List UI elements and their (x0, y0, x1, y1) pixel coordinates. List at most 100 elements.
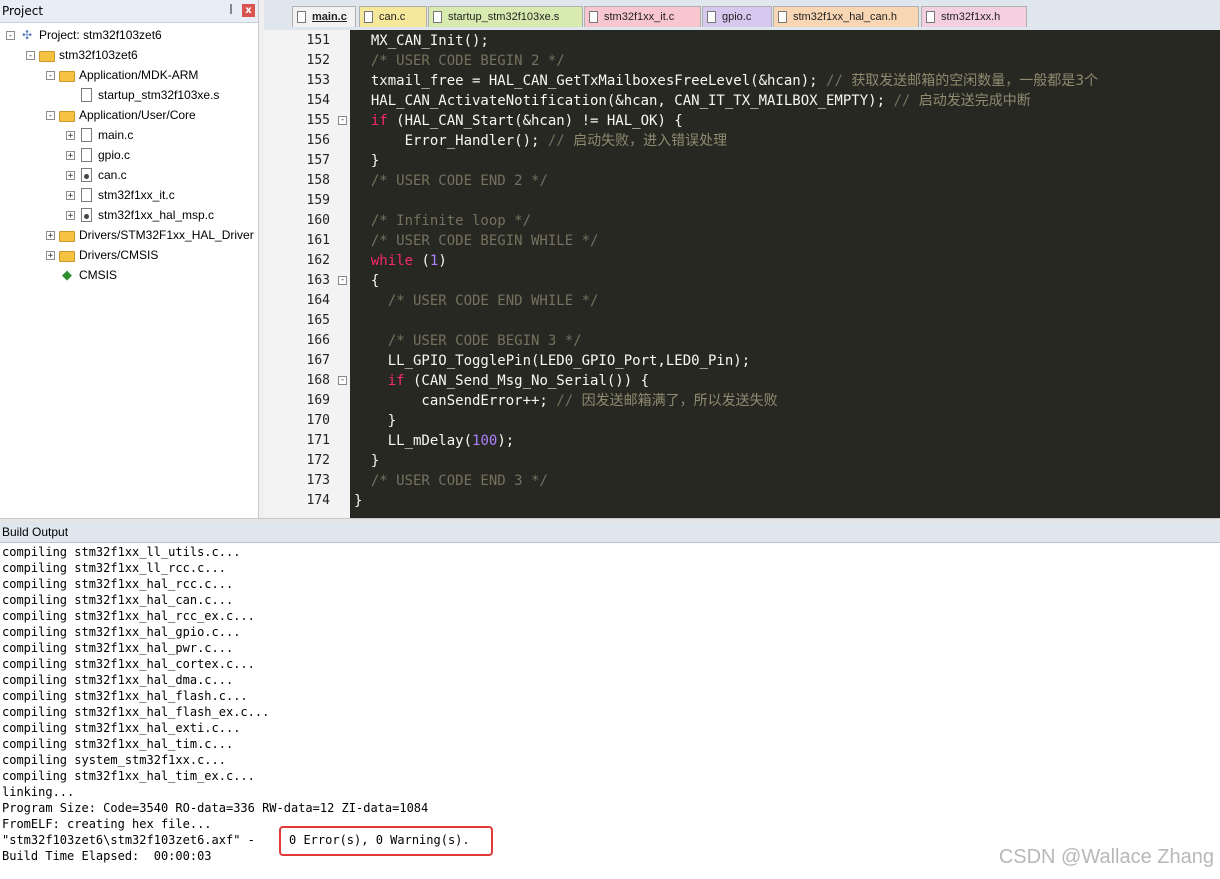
code-line[interactable]: if (CAN_Send_Msg_No_Serial()) { (354, 371, 649, 391)
line-number: 174 (306, 493, 330, 508)
tree-item-label: stm32f103zet6 (59, 48, 138, 62)
code-token: // (826, 73, 852, 89)
tree-item[interactable]: + stm32f1xx_hal_msp.c (66, 205, 214, 225)
code-token: HAL_CAN_ActivateNotification(&hcan, CAN_… (354, 93, 894, 109)
file-icon (433, 11, 442, 23)
folder-icon (59, 230, 75, 242)
file-icon (81, 188, 92, 202)
expand-icon[interactable]: + (46, 230, 55, 240)
project-panel-title: Project (2, 4, 44, 18)
watermark: CSDN @Wallace Zhang (998, 846, 1214, 868)
code-token: /* USER CODE END 3 */ (354, 473, 548, 489)
code-line[interactable]: txmail_free = HAL_CAN_GetTxMailboxesFree… (354, 71, 1098, 91)
code-line[interactable]: } (354, 411, 396, 431)
code-line[interactable]: LL_mDelay(100); (354, 431, 514, 451)
build-result-text: 0 Error(s), 0 Warning(s). (289, 833, 470, 847)
build-output-line: "stm32f103zet6\stm32f103zet6.axf" - (2, 833, 255, 847)
code-token: Error_Handler(); (354, 133, 548, 149)
tree-item-label: Application/User/Core (79, 108, 196, 122)
tree-item[interactable]: + main.c (66, 125, 133, 145)
code-line[interactable]: /* USER CODE BEGIN WHILE */ (354, 231, 599, 251)
tree-item[interactable]: + can.c (66, 165, 127, 185)
build-output-line: compiling stm32f1xx_hal_can.c... (2, 593, 234, 607)
file-icon (589, 11, 598, 23)
code-token: 100 (472, 433, 498, 449)
tree-item[interactable]: startup_stm32f103xe.s (66, 85, 219, 105)
tree-item[interactable]: - Application/MDK-ARM (46, 65, 198, 85)
code-line[interactable]: Error_Handler(); // 启动失败，进入错误处理 (354, 131, 728, 151)
fold-collapse-icon[interactable]: - (338, 376, 347, 385)
line-number: 165 (306, 313, 330, 328)
code-line[interactable]: } (354, 451, 379, 471)
tab-stm32f1xx-it-c[interactable]: stm32f1xx_it.c (584, 6, 701, 27)
tree-item[interactable]: + gpio.c (66, 145, 130, 165)
tab-label: stm32f1xx_it.c (604, 10, 675, 23)
expand-icon[interactable]: + (66, 210, 75, 220)
code-line[interactable]: /* USER CODE END WHILE */ (354, 291, 599, 311)
code-line[interactable]: { (354, 271, 379, 291)
build-output-line: compiling stm32f1xx_hal_dma.c... (2, 673, 234, 687)
code-token: // (893, 93, 919, 109)
code-line[interactable]: } (354, 491, 362, 511)
code-token: 启动发送完成中断 (918, 93, 1031, 109)
code-line[interactable]: HAL_CAN_ActivateNotification(&hcan, CAN_… (354, 91, 1031, 111)
code-line[interactable]: MX_CAN_Init(); (354, 31, 489, 51)
fold-margin: - - - (336, 30, 350, 518)
collapse-icon[interactable]: - (26, 50, 35, 60)
tree-item[interactable]: ◆ CMSIS (46, 265, 117, 285)
code-line[interactable]: /* USER CODE END 3 */ (354, 471, 548, 491)
code-editor[interactable]: 151 152 153 154 155 156 157 158 159 160 161 162 163 1… (264, 30, 1220, 518)
tab-main-c[interactable]: main.c (292, 6, 356, 27)
code-line[interactable]: /* USER CODE BEGIN 2 */ (354, 51, 565, 71)
build-output-line: compiling stm32f1xx_hal_pwr.c... (2, 641, 234, 655)
tree-item[interactable]: + stm32f1xx_it.c (66, 185, 175, 205)
tab-stm32f1xx-hal-can-h[interactable]: stm32f1xx_hal_can.h (773, 6, 919, 27)
line-number: 151 (306, 33, 330, 48)
collapse-icon[interactable]: - (46, 70, 55, 80)
code-line[interactable]: } (354, 151, 379, 171)
code-token: 获取发送邮箱的空闲数量，一般都是3个 (851, 73, 1099, 89)
close-icon[interactable]: x (242, 4, 255, 17)
tab-startup-stm32f103xe-s[interactable]: startup_stm32f103xe.s (428, 6, 583, 27)
expand-icon[interactable]: + (66, 170, 75, 180)
tree-item-label: can.c (98, 168, 127, 182)
code-token: while (370, 253, 414, 269)
tab-stm32f1xx-h[interactable]: stm32f1xx.h (921, 6, 1027, 27)
pin-icon[interactable]: ꟾ (224, 4, 238, 18)
code-token: LL_GPIO_TogglePin(LED0_GPIO_Port,LED0_Pi… (354, 353, 751, 369)
line-number: 152 (306, 53, 330, 68)
code-line[interactable]: /* Infinite loop */ (354, 211, 531, 231)
build-output-line: linking... (2, 785, 75, 799)
code-token: if (370, 113, 388, 129)
code-line[interactable]: if (HAL_CAN_Start(&hcan) != HAL_OK) { (354, 111, 683, 131)
expand-icon[interactable]: + (66, 130, 75, 140)
expand-icon[interactable]: + (46, 250, 55, 260)
tree-item-label: main.c (98, 128, 134, 142)
tree-item-label: Project: stm32f103zet6 (39, 28, 162, 42)
expand-icon[interactable]: + (66, 190, 75, 200)
code-line[interactable]: /* USER CODE END 2 */ (354, 171, 548, 191)
code-token: txmail_free = HAL_CAN_GetTxMailboxesFree… (354, 73, 827, 89)
collapse-icon[interactable]: - (6, 30, 15, 40)
tree-item[interactable]: - Application/User/Core (46, 105, 196, 125)
tree-item[interactable]: + Drivers/CMSIS (46, 245, 158, 265)
collapse-icon[interactable]: - (46, 110, 55, 120)
code-token: (CAN_Send_Msg_No_Serial()) { (404, 373, 650, 389)
fold-collapse-icon[interactable]: - (338, 276, 347, 285)
code-line[interactable]: canSendError++; // 因发送邮箱满了，所以发送失败 (354, 391, 777, 411)
build-output-line: compiling system_stm32f1xx.c... (2, 753, 226, 767)
tab-can-c[interactable]: can.c (359, 6, 427, 27)
code-line[interactable]: LL_GPIO_TogglePin(LED0_GPIO_Port,LED0_Pi… (354, 351, 750, 371)
tree-item[interactable]: + Drivers/STM32F1xx_HAL_Driver (46, 225, 254, 245)
tab-gpio-c[interactable]: gpio.c (702, 6, 772, 27)
code-line[interactable]: while (1) (354, 251, 447, 271)
expand-icon[interactable]: + (66, 150, 75, 160)
tree-item[interactable]: - stm32f103zet6 (26, 45, 138, 65)
file-icon (81, 148, 92, 162)
file-icon (81, 128, 92, 142)
code-area[interactable]: MX_CAN_Init(); /* USER CODE BEGIN 2 */ t… (350, 30, 1220, 518)
tree-item[interactable]: - ✣ Project: stm32f103zet6 (6, 25, 162, 45)
code-line[interactable]: /* USER CODE BEGIN 3 */ (354, 331, 582, 351)
file-icon (297, 11, 306, 23)
fold-collapse-icon[interactable]: - (338, 116, 347, 125)
